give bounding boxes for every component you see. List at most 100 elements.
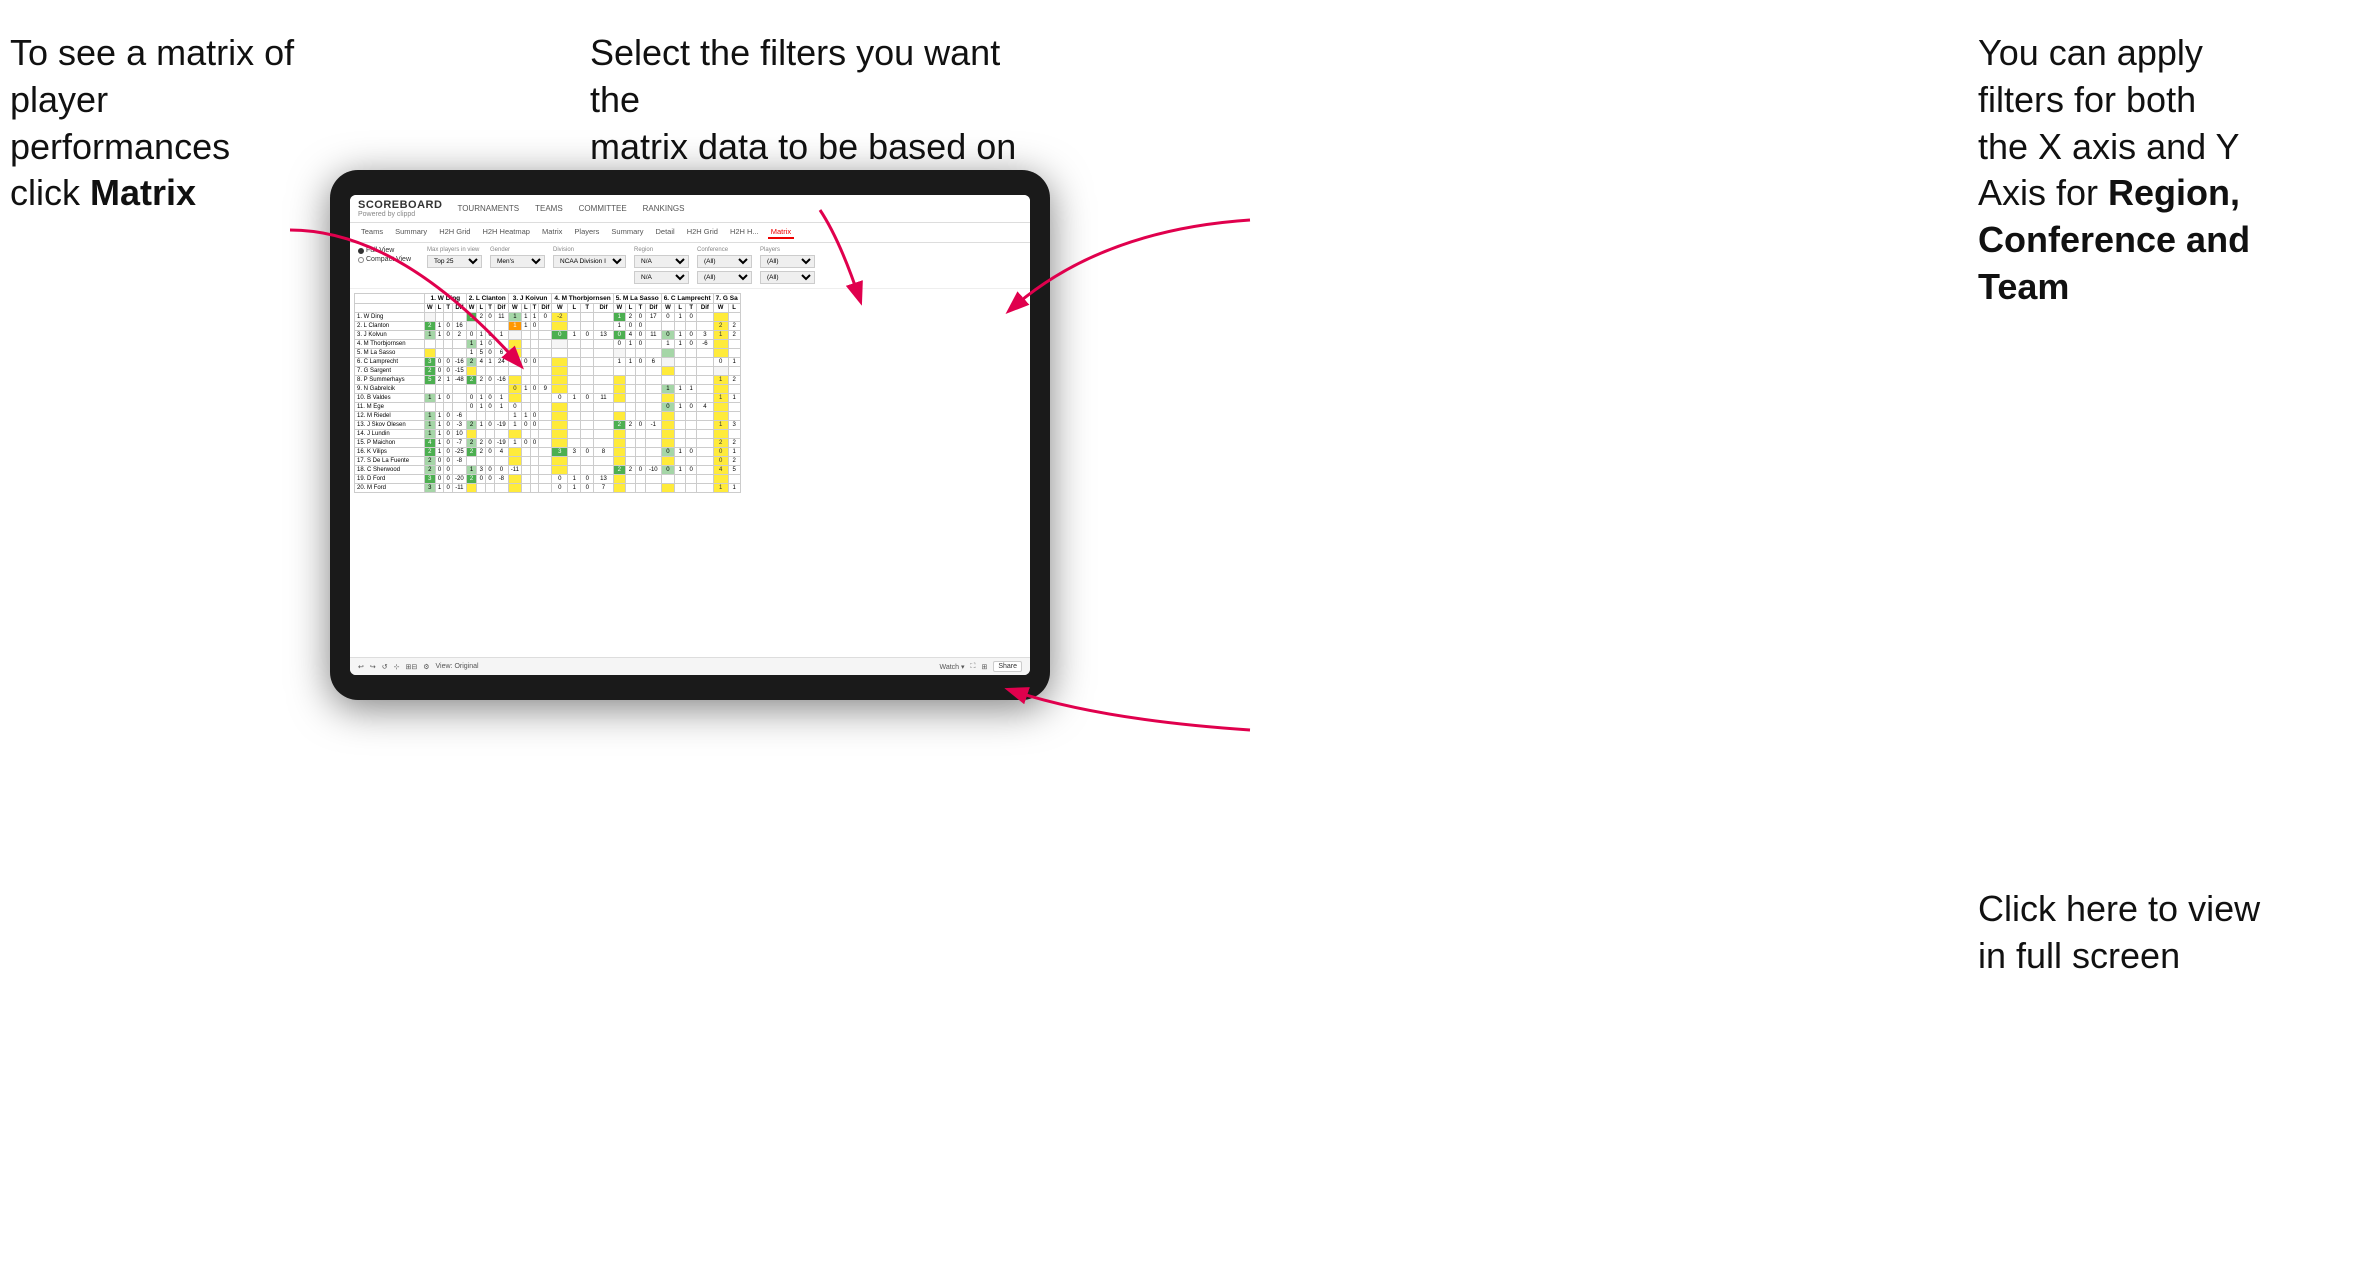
matrix-table: 1. W Ding 2. L Clanton 3. J Koivun 4. M … (354, 293, 741, 493)
matrix-cell: 1 (435, 421, 444, 430)
matrix-cell (552, 322, 568, 331)
conference-select2[interactable]: (All) (697, 271, 752, 284)
matrix-cell (539, 331, 552, 340)
matrix-cell: -11 (508, 466, 521, 475)
max-players-select[interactable]: Top 25 (427, 255, 482, 268)
matrix-cell (466, 457, 477, 466)
matrix-cell: 0 (486, 475, 495, 484)
matrix-cell (594, 457, 613, 466)
tab-h2h-heatmap[interactable]: H2H Heatmap (479, 226, 533, 239)
matrix-cell (661, 412, 675, 421)
matrix-cell: 0 (530, 421, 539, 430)
matrix-cell (697, 394, 713, 403)
matrix-cell: 0 (686, 331, 697, 340)
matrix-cell: -2 (552, 313, 568, 322)
matrix-cell (594, 322, 613, 331)
matrix-cell: 9 (539, 385, 552, 394)
matrix-cell (581, 385, 594, 394)
matrix-cell (568, 358, 581, 367)
matrix-cell (697, 412, 713, 421)
division-select[interactable]: NCAA Division I (553, 255, 626, 268)
matrix-cell (539, 475, 552, 484)
matrix-cell (635, 403, 645, 412)
matrix-cell: 13 (594, 475, 613, 484)
matrix-cell: 0 (486, 421, 495, 430)
nav-teams[interactable]: TEAMS (532, 202, 566, 215)
watch-btn[interactable]: Watch ▾ (939, 663, 964, 671)
matrix-cell: 1 (713, 394, 728, 403)
full-view-radio[interactable]: Full View (358, 247, 411, 254)
matrix-cell: 1 (728, 394, 740, 403)
refresh-btn[interactable]: ↺ (382, 663, 388, 671)
tab-h2h-grid[interactable]: H2H Grid (436, 226, 473, 239)
share-button[interactable]: Share (993, 661, 1022, 672)
player-row-name: 12. M Riedel (355, 412, 425, 421)
tab-matrix-active[interactable]: Matrix (768, 226, 794, 239)
nav-tournaments[interactable]: TOURNAMENTS (454, 202, 522, 215)
matrix-cell: 0 (486, 394, 495, 403)
tab-summary2[interactable]: Summary (608, 226, 646, 239)
matrix-cell (645, 394, 661, 403)
zoom-btn[interactable]: ⊞⊟ (406, 663, 418, 671)
matrix-cell: 2 (613, 466, 625, 475)
matrix-cell: 2 (728, 376, 740, 385)
matrix-cell (539, 457, 552, 466)
gender-select[interactable]: Men's (490, 255, 545, 268)
grid-btn[interactable]: ⊞ (981, 663, 987, 671)
tab-matrix[interactable]: Matrix (539, 226, 565, 239)
matrix-cell (635, 412, 645, 421)
matrix-cell (625, 448, 635, 457)
conference-select[interactable]: (All) (697, 255, 752, 268)
matrix-cell (453, 394, 467, 403)
matrix-cell (635, 394, 645, 403)
matrix-cell (581, 376, 594, 385)
matrix-cell (675, 484, 686, 493)
tab-teams[interactable]: Teams (358, 226, 386, 239)
region-select[interactable]: N/A (634, 255, 689, 268)
matrix-cell: 2 (477, 313, 486, 322)
undo-btn[interactable]: ↩ (358, 663, 364, 671)
matrix-cell (645, 403, 661, 412)
region-select2[interactable]: N/A (634, 271, 689, 284)
matrix-cell (713, 349, 728, 358)
matrix-cell: 1 (728, 448, 740, 457)
player-row-name: 15. P Maichon (355, 439, 425, 448)
matrix-cell (645, 349, 661, 358)
tab-summary[interactable]: Summary (392, 226, 430, 239)
matrix-cell (625, 412, 635, 421)
matrix-cell (486, 430, 495, 439)
redo-btn[interactable]: ↪ (370, 663, 376, 671)
matrix-cell: 3 (477, 466, 486, 475)
toolbar-right: Watch ▾ ⛶ ⊞ Share (939, 661, 1022, 672)
tab-h2h-h[interactable]: H2H H... (727, 226, 762, 239)
nav-rankings[interactable]: RANKINGS (640, 202, 688, 215)
matrix-cell (697, 313, 713, 322)
matrix-cell (508, 349, 521, 358)
matrix-cell: 1 (477, 331, 486, 340)
sub-h-w1: W (425, 304, 436, 313)
nav-committee[interactable]: COMMITTEE (576, 202, 630, 215)
sub-h-w6: W (661, 304, 675, 313)
cursor-btn[interactable]: ⊹ (394, 663, 400, 671)
tab-detail[interactable]: Detail (653, 226, 678, 239)
matrix-cell: 17 (645, 313, 661, 322)
tab-h2h-grid2[interactable]: H2H Grid (684, 226, 721, 239)
settings-btn[interactable]: ⚙ (423, 663, 429, 671)
sub-h-d5: Dif (645, 304, 661, 313)
matrix-cell (645, 475, 661, 484)
matrix-cell: 0 (508, 403, 521, 412)
matrix-cell: 2 (625, 313, 635, 322)
players-select[interactable]: (All) (760, 255, 815, 268)
matrix-cell (645, 439, 661, 448)
compact-view-radio[interactable]: Compact View (358, 256, 411, 263)
matrix-cell (530, 475, 539, 484)
matrix-cell (697, 322, 713, 331)
tab-players[interactable]: Players (571, 226, 602, 239)
matrix-cell: 24 (494, 358, 508, 367)
matrix-cell: 1 (477, 403, 486, 412)
fullscreen-btn[interactable]: ⛶ (971, 663, 976, 671)
players-select2[interactable]: (All) (760, 271, 815, 284)
matrix-cell: 2 (728, 331, 740, 340)
matrix-cell: 0 (530, 358, 539, 367)
filter-conference: Conference (All) (All) (697, 247, 752, 284)
